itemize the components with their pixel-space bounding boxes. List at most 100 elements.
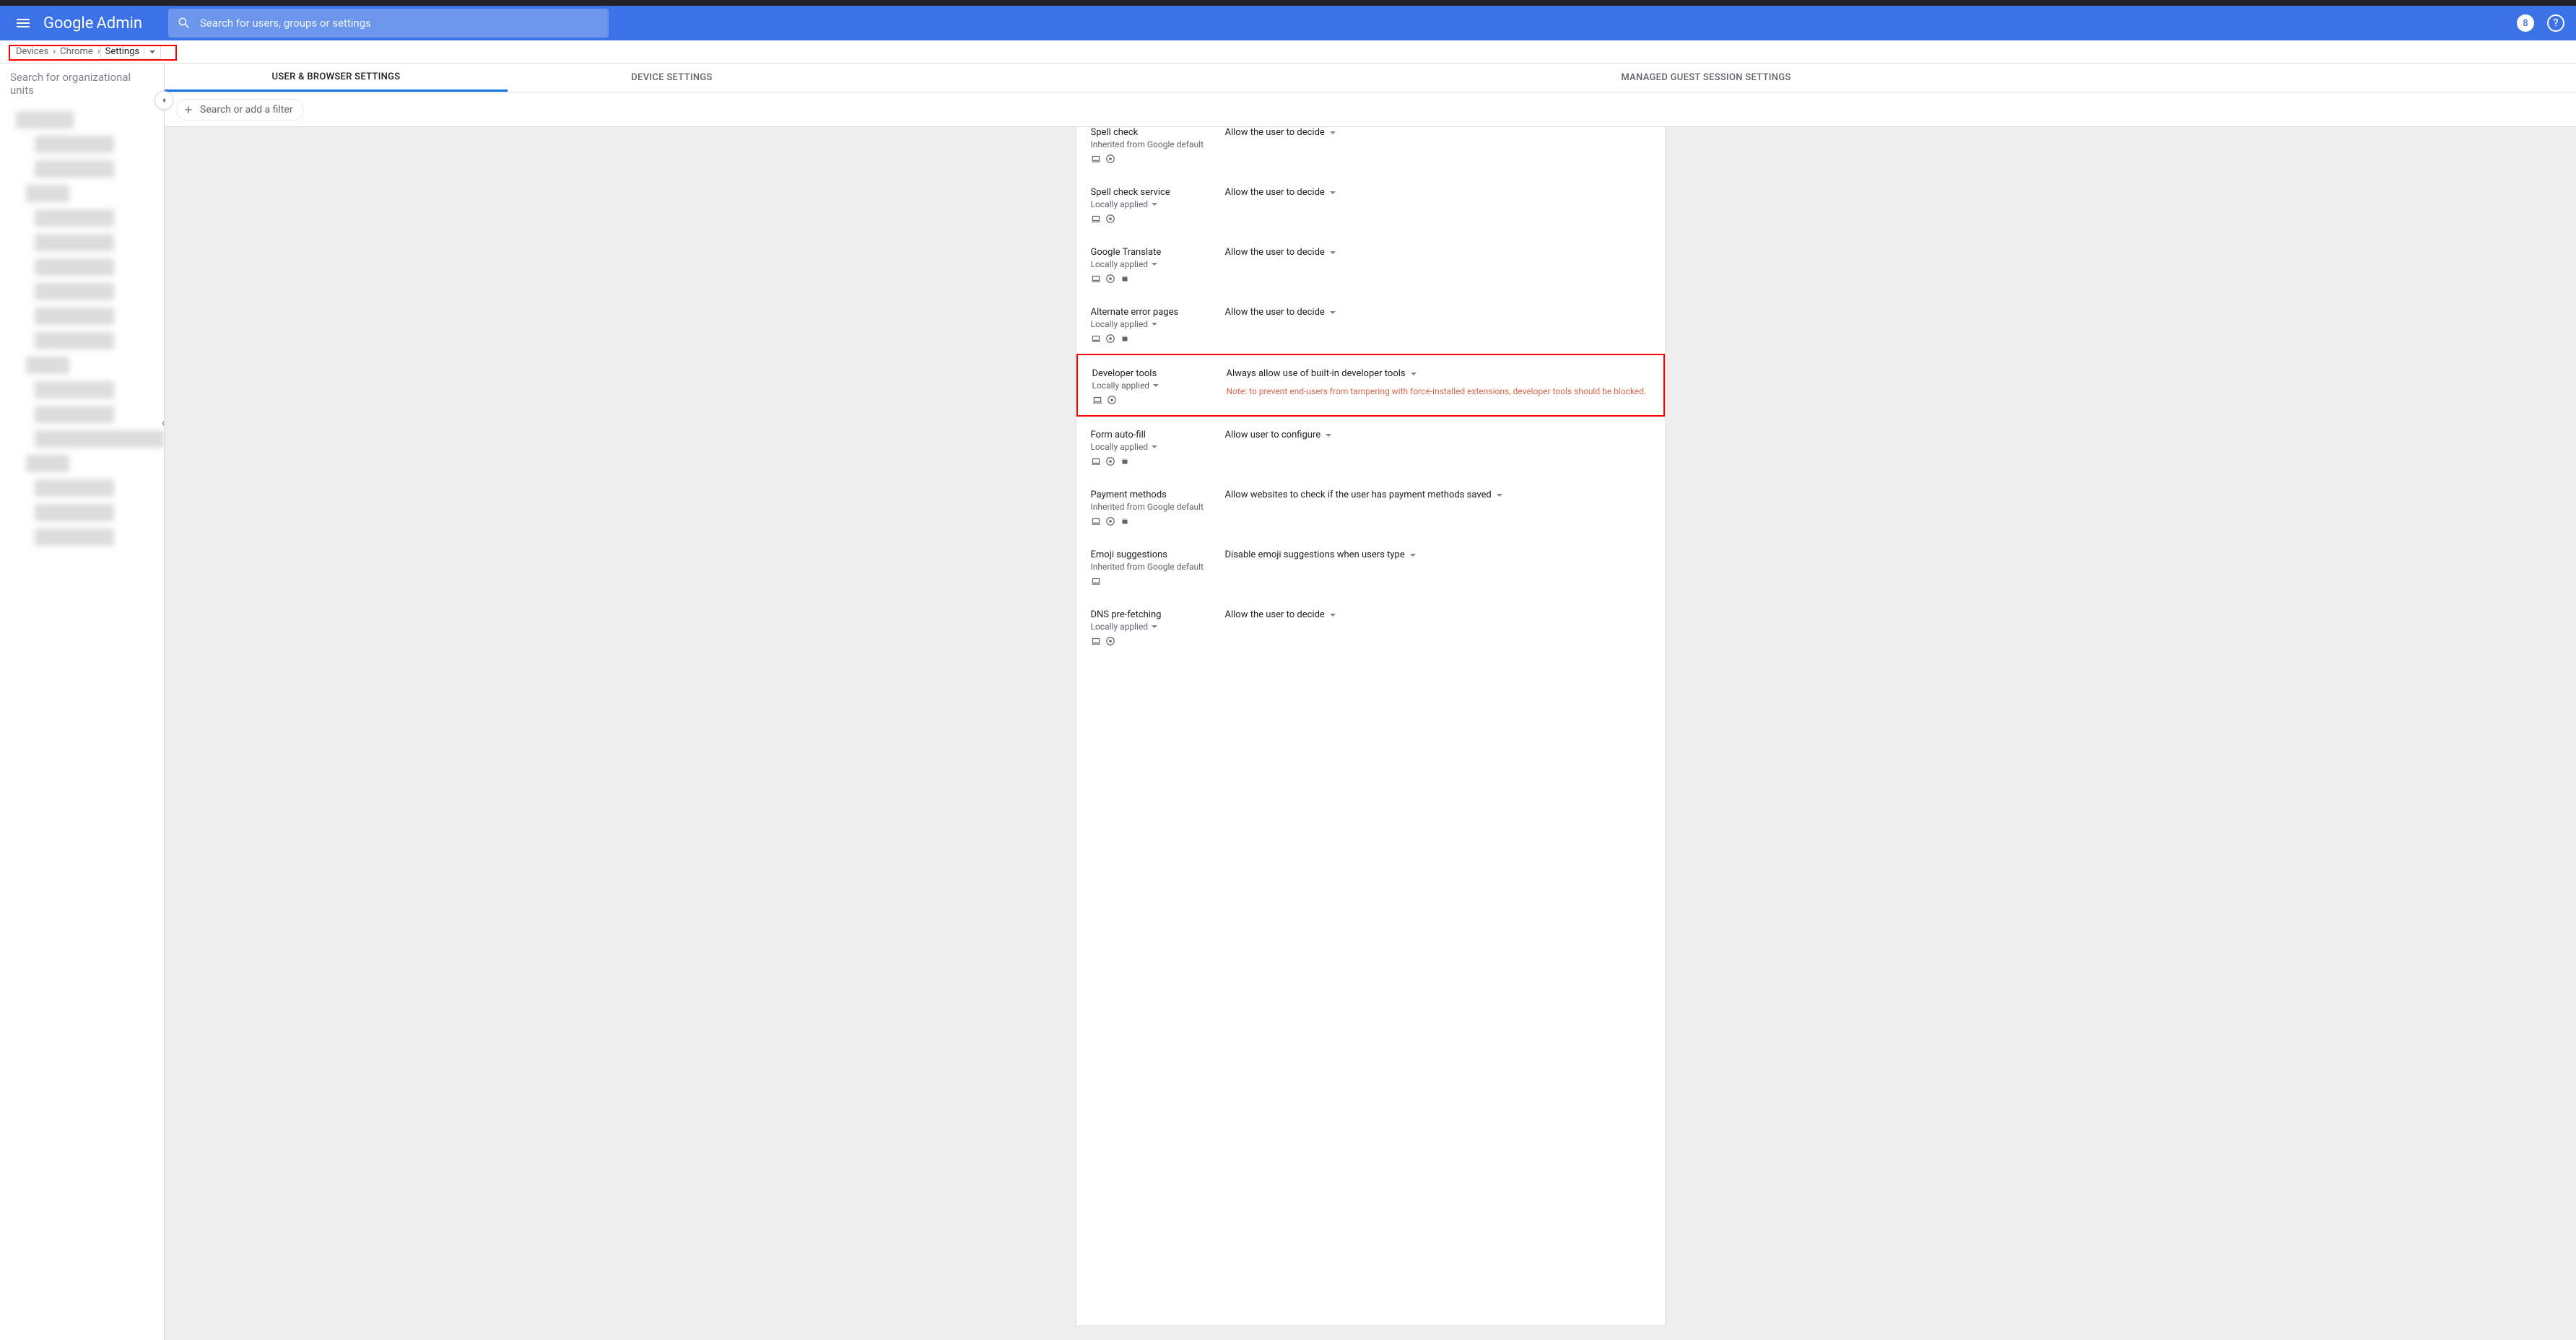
- platform-icons: [1091, 214, 1219, 224]
- platform-icons: [1091, 576, 1219, 586]
- add-filter-chip[interactable]: Search or add a filter: [176, 99, 304, 121]
- ou-item-redacted[interactable]: [35, 381, 114, 399]
- setting-row-emoji-suggestions[interactable]: Emoji suggestions Inherited from Google d…: [1076, 536, 1665, 596]
- setting-inheritance[interactable]: Locally applied: [1091, 259, 1219, 269]
- ou-item-redacted[interactable]: [35, 209, 114, 227]
- setting-row-form-auto-fill[interactable]: Form auto-fill Locally applied Allow user…: [1076, 417, 1665, 477]
- ou-search-placeholder[interactable]: Search for organizational units: [0, 64, 164, 104]
- platform-icons: [1091, 274, 1219, 284]
- platform-icons: [1091, 516, 1219, 526]
- org-unit-sidebar: Search for organizational units: [0, 64, 165, 1340]
- settings-scroll[interactable]: Spell checkInherited from Google default…: [165, 127, 2576, 1340]
- ou-item-redacted[interactable]: [35, 308, 114, 325]
- search-icon: [177, 16, 191, 30]
- breadcrumb-settings-label: Settings: [105, 46, 139, 57]
- search-input[interactable]: [200, 17, 600, 30]
- tab-device-settings[interactable]: Device Settings: [508, 64, 836, 92]
- breadcrumb-devices[interactable]: Devices: [12, 46, 53, 57]
- filter-bar: Search or add a filter: [165, 92, 2576, 127]
- setting-value-dropdown[interactable]: Allow websites to check if the user has …: [1225, 490, 1650, 500]
- ou-item-redacted[interactable]: [26, 357, 69, 374]
- setting-inheritance: Inherited from Google default: [1091, 139, 1219, 149]
- setting-row-spell-check-service[interactable]: Spell check serviceLocally applied Allow…: [1076, 174, 1665, 234]
- ou-item-redacted[interactable]: [35, 160, 114, 178]
- setting-inheritance[interactable]: Locally applied: [1091, 199, 1219, 209]
- setting-inheritance[interactable]: Locally applied: [1092, 380, 1221, 391]
- breadcrumb-settings-dropdown[interactable]: Settings: [100, 45, 161, 59]
- ou-item-redacted[interactable]: [26, 455, 69, 472]
- setting-title: Payment methods: [1091, 490, 1219, 500]
- platform-icons: [1091, 334, 1219, 344]
- setting-row-spell-check[interactable]: Spell checkInherited from Google default…: [1076, 127, 1665, 174]
- collapse-sidebar-button[interactable]: [155, 91, 173, 110]
- setting-row-developer-tools[interactable]: Developer toolsLocally applied Always al…: [1076, 354, 1665, 417]
- setting-value-dropdown[interactable]: Allow the user to decide: [1225, 127, 1650, 138]
- setting-title: Form auto-fill: [1091, 430, 1219, 440]
- filter-label: Search or add a filter: [200, 104, 293, 116]
- setting-inheritance[interactable]: Locally applied: [1091, 622, 1219, 632]
- sidebar-mid-chevron[interactable]: ‹: [162, 417, 165, 429]
- setting-row-payment-methods[interactable]: Payment methods Inherited from Google def…: [1076, 477, 1665, 536]
- setting-inheritance[interactable]: Locally applied: [1091, 442, 1219, 452]
- logo[interactable]: Google Admin: [43, 14, 142, 32]
- setting-title: Spell check: [1091, 127, 1219, 138]
- header-actions: 8 ?: [2517, 14, 2564, 32]
- main-content: User & Browser Settings Device Settings …: [165, 64, 2576, 1340]
- plus-icon: [183, 104, 194, 116]
- settings-panel: Spell checkInherited from Google default…: [1076, 127, 1665, 1326]
- org-unit-list: [0, 111, 164, 546]
- setting-value-dropdown[interactable]: Always allow use of built-in developer t…: [1227, 368, 1649, 379]
- ou-item-redacted[interactable]: [16, 111, 74, 129]
- menu-button[interactable]: [12, 12, 35, 35]
- ou-item-redacted[interactable]: [35, 258, 114, 276]
- logo-google-text: Google: [43, 14, 93, 32]
- ou-item-redacted[interactable]: [35, 528, 114, 546]
- setting-value-dropdown[interactable]: Allow the user to decide: [1225, 307, 1650, 318]
- ou-item-redacted[interactable]: [35, 430, 165, 448]
- platform-icons: [1091, 456, 1219, 466]
- setting-row-google-translate[interactable]: Google TranslateLocally applied Allow th…: [1076, 234, 1665, 294]
- chevron-left-icon: [159, 95, 169, 105]
- setting-row-alternate-error-pages[interactable]: Alternate error pagesLocally applied All…: [1076, 294, 1665, 354]
- setting-value-dropdown[interactable]: Allow user to configure: [1225, 430, 1650, 440]
- setting-inheritance: Inherited from Google default: [1091, 502, 1219, 512]
- setting-inheritance[interactable]: Locally applied: [1091, 319, 1219, 329]
- ou-item-redacted[interactable]: [35, 283, 114, 300]
- setting-row-dns-pre-fetching[interactable]: DNS pre-fetching Locally applied Allow th…: [1076, 596, 1665, 646]
- ou-item-redacted[interactable]: [35, 406, 114, 423]
- ou-item-redacted[interactable]: [35, 479, 114, 497]
- setting-title: Developer tools: [1092, 368, 1221, 379]
- setting-title: Emoji suggestions: [1091, 549, 1219, 560]
- setting-value-dropdown[interactable]: Allow the user to decide: [1225, 187, 1650, 198]
- setting-title: Alternate error pages: [1091, 307, 1219, 318]
- setting-inheritance: Inherited from Google default: [1091, 562, 1219, 572]
- tab-managed-guest-session-settings[interactable]: Managed Guest Session Settings: [836, 64, 2576, 92]
- ou-item-redacted[interactable]: [35, 504, 114, 521]
- browser-chrome-bar: [0, 0, 2576, 6]
- ou-item-redacted[interactable]: [35, 136, 114, 153]
- ou-item-redacted[interactable]: [26, 185, 69, 202]
- app-header: Google Admin 8 ?: [0, 6, 2576, 40]
- dropdown-arrow-icon: [149, 48, 156, 56]
- setting-value-dropdown[interactable]: Allow the user to decide: [1225, 247, 1650, 258]
- settings-tabs: User & Browser Settings Device Settings …: [165, 64, 2576, 92]
- logo-admin-text: Admin: [96, 14, 142, 32]
- breadcrumb-chrome[interactable]: Chrome: [56, 46, 97, 57]
- help-button[interactable]: ?: [2547, 14, 2564, 32]
- account-badge[interactable]: 8: [2517, 14, 2534, 32]
- platform-icons: [1091, 636, 1219, 646]
- ou-item-redacted[interactable]: [35, 234, 114, 251]
- breadcrumb: Devices › Chrome › Settings: [0, 40, 2576, 64]
- hamburger-icon: [14, 14, 32, 32]
- setting-title: DNS pre-fetching: [1091, 609, 1219, 620]
- setting-title: Google Translate: [1091, 247, 1219, 258]
- ou-item-redacted[interactable]: [35, 332, 114, 349]
- setting-value-dropdown[interactable]: Disable emoji suggestions when users typ…: [1225, 549, 1650, 560]
- setting-value-dropdown[interactable]: Allow the user to decide: [1225, 609, 1650, 620]
- platform-icons: [1092, 395, 1221, 405]
- header-search[interactable]: [168, 9, 609, 38]
- setting-warning-note: Note: to prevent end-users from tamperin…: [1227, 386, 1649, 396]
- platform-icons: [1091, 154, 1219, 164]
- tab-user-browser-settings[interactable]: User & Browser Settings: [165, 64, 508, 92]
- setting-title: Spell check service: [1091, 187, 1219, 198]
